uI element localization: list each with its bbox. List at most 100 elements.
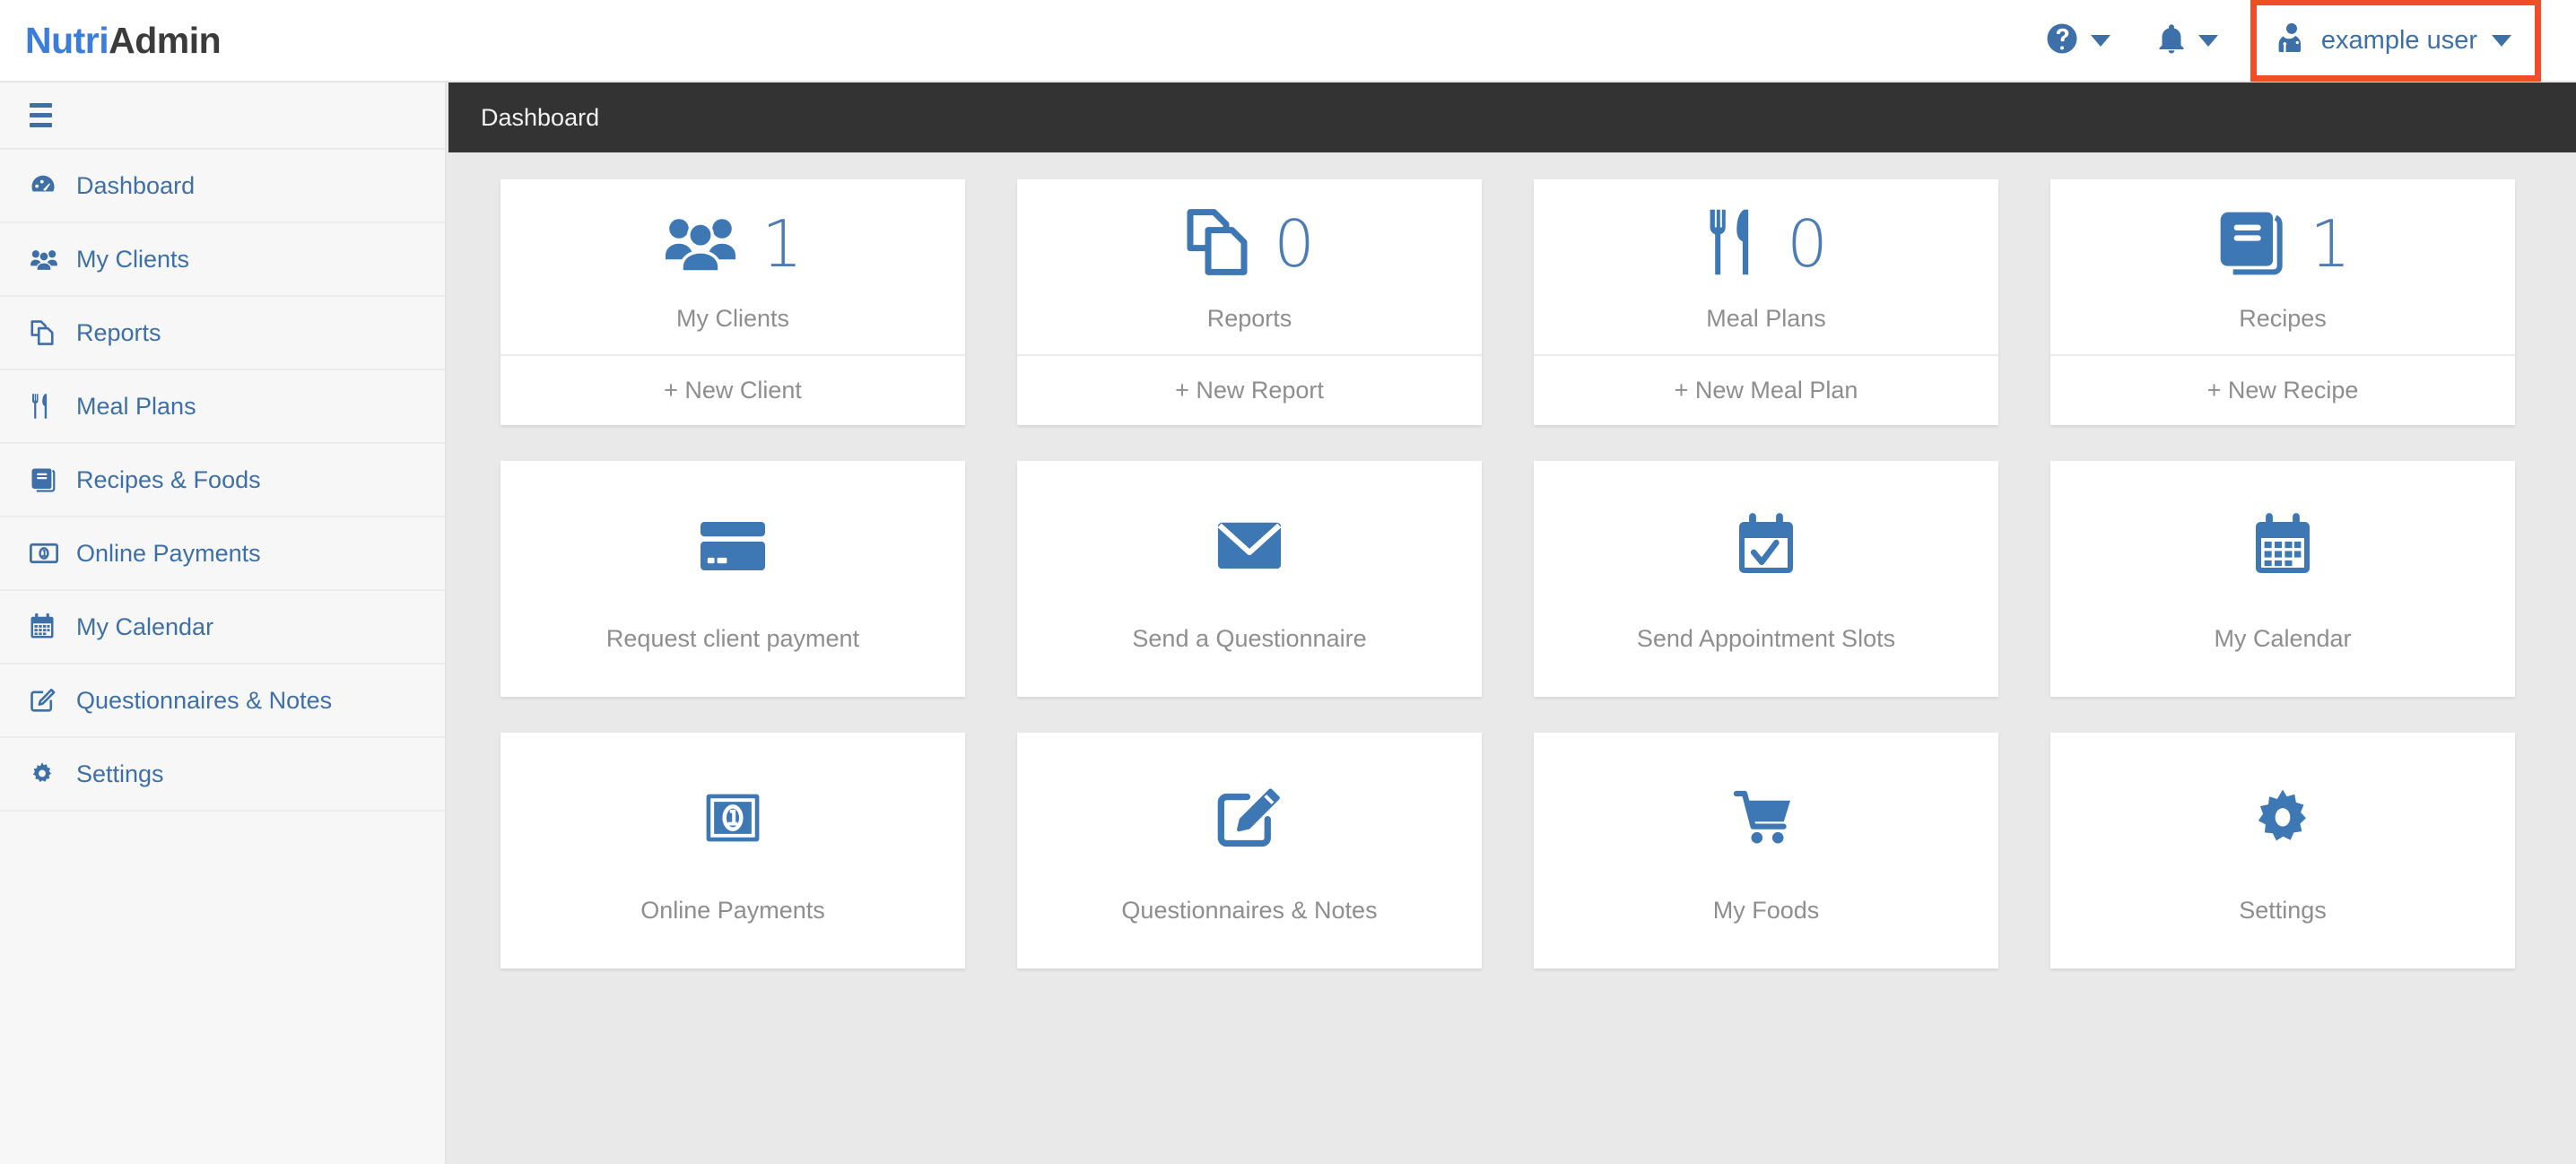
card-icon-row	[698, 505, 768, 591]
card-my-clients[interactable]: 1 My Clients + New Client	[500, 179, 965, 425]
card-label: Settings	[2239, 897, 2327, 924]
sidebar-toggle[interactable]	[0, 83, 445, 150]
sidebar: Dashboard My Clients Reports Meal Plans	[0, 83, 447, 1164]
sidebar-item-label: My Clients	[76, 245, 190, 273]
sidebar-item-recipes-foods[interactable]: Recipes & Foods	[0, 444, 445, 517]
card-count: 0	[1787, 206, 1828, 282]
card-label: Reports	[1206, 305, 1292, 332]
sidebar-item-label: Reports	[76, 318, 161, 346]
sidebar-item-label: Questionnaires & Notes	[76, 686, 333, 714]
card-send-questionnaire[interactable]: Send a Questionnaire	[1017, 461, 1482, 697]
envelope-icon	[1215, 517, 1284, 579]
dashboard-icon	[30, 172, 60, 199]
credit-card-icon	[698, 518, 768, 578]
card-send-appointment-slots[interactable]: Send Appointment Slots	[1534, 461, 1998, 697]
card-row-2: Request client payment Send a Questionna…	[500, 461, 2526, 697]
question-circle-icon	[2046, 22, 2078, 59]
sidebar-item-label: Meal Plans	[76, 392, 196, 420]
calendar-check-icon	[1736, 510, 1796, 586]
card-request-client-payment[interactable]: Request client payment	[500, 461, 965, 697]
card-body: Questionnaires & Notes	[1017, 733, 1482, 969]
sidebar-item-label: Online Payments	[76, 539, 261, 567]
user-account-menu[interactable]: example user	[2250, 0, 2541, 82]
chevron-down-icon	[2197, 34, 2218, 47]
sidebar-item-questionnaires-notes[interactable]: Questionnaires & Notes	[0, 665, 445, 738]
card-icon-row	[1736, 505, 1796, 591]
card-label: Send a Questionnaire	[1132, 625, 1367, 652]
sidebar-item-label: Dashboard	[76, 171, 196, 199]
card-online-payments[interactable]: Online Payments	[500, 733, 965, 969]
copy-files-icon	[30, 319, 60, 346]
copy-files-icon	[1184, 206, 1250, 282]
card-body: 1 My Clients	[500, 179, 965, 354]
dashboard-cards: 1 My Clients + New Client 0 Reports + Ne…	[448, 152, 2576, 969]
sidebar-item-my-clients[interactable]: My Clients	[0, 223, 445, 297]
book-icon	[2215, 209, 2286, 280]
card-label: Online Payments	[640, 897, 825, 924]
card-label: My Clients	[675, 305, 790, 332]
gear-icon	[30, 761, 60, 786]
user-md-icon	[2276, 22, 2307, 59]
sidebar-item-settings[interactable]: Settings	[0, 738, 445, 812]
card-action-new-recipe[interactable]: + New Recipe	[2050, 354, 2515, 425]
card-action-new-meal-plan[interactable]: + New Meal Plan	[1534, 354, 1998, 425]
card-label: Send Appointment Slots	[1636, 625, 1896, 652]
chevron-down-icon	[2492, 34, 2511, 47]
card-icon-row	[2253, 505, 2312, 591]
brand-part-nutri: Nutri	[25, 19, 109, 61]
money-bill-icon	[703, 788, 762, 852]
card-body: Send a Questionnaire	[1017, 461, 1482, 697]
gear-icon	[2252, 787, 2313, 853]
sidebar-item-my-calendar[interactable]: My Calendar	[0, 591, 445, 665]
card-action-new-client[interactable]: + New Client	[500, 354, 965, 425]
card-my-foods[interactable]: My Foods	[1534, 733, 1998, 969]
sidebar-item-dashboard[interactable]: Dashboard	[0, 150, 445, 223]
card-action-new-report[interactable]: + New Report	[1017, 354, 1482, 425]
app-root: NutriAdmin example user Dashboard My Cli…	[0, 0, 2576, 1164]
card-icon-row: 1	[663, 201, 803, 287]
sidebar-item-meal-plans[interactable]: Meal Plans	[0, 370, 445, 444]
brand-logo[interactable]: NutriAdmin	[25, 19, 222, 62]
card-body: Settings	[2050, 733, 2515, 969]
card-body: My Calendar	[2050, 461, 2515, 697]
sidebar-item-label: Recipes & Foods	[76, 465, 261, 493]
card-label: My Foods	[1712, 897, 1820, 924]
card-row-3: Online Payments Questionnaires & Notes M…	[500, 733, 2526, 969]
card-my-calendar[interactable]: My Calendar	[2050, 461, 2515, 697]
bell-icon	[2157, 22, 2186, 59]
card-body: Request client payment	[500, 461, 965, 697]
card-body: 0 Reports	[1017, 179, 1482, 354]
card-label: Meal Plans	[1706, 305, 1826, 332]
users-icon	[30, 248, 60, 271]
card-icon-row	[1215, 505, 1284, 591]
card-body: 0 Meal Plans	[1534, 179, 1998, 354]
card-reports[interactable]: 0 Reports + New Report	[1017, 179, 1482, 425]
card-label: Request client payment	[605, 625, 860, 652]
card-icon-row	[2252, 777, 2313, 863]
cutlery-icon	[30, 393, 60, 420]
card-count: 1	[761, 206, 803, 282]
card-icon-row	[1215, 777, 1284, 863]
main-content: Dashboard 1 My Clients + New Client 0 Re…	[448, 83, 2576, 1164]
card-icon-row	[703, 777, 762, 863]
card-body: My Foods	[1534, 733, 1998, 969]
hamburger-icon	[30, 103, 52, 127]
user-name-label: example user	[2320, 25, 2477, 55]
card-label: My Calendar	[2214, 625, 2352, 652]
money-bill-icon	[30, 543, 60, 564]
calendar-icon	[30, 613, 60, 640]
card-settings[interactable]: Settings	[2050, 733, 2515, 969]
help-menu[interactable]	[2023, 0, 2134, 82]
card-label: Recipes	[2239, 305, 2327, 332]
card-questionnaires-notes[interactable]: Questionnaires & Notes	[1017, 733, 1482, 969]
cutlery-icon	[1704, 206, 1763, 282]
sidebar-item-online-payments[interactable]: Online Payments	[0, 517, 445, 591]
sidebar-item-reports[interactable]: Reports	[0, 297, 445, 370]
calendar-icon	[2253, 510, 2312, 586]
top-navbar: NutriAdmin example user	[0, 0, 2576, 83]
card-recipes[interactable]: 1 Recipes + New Recipe	[2050, 179, 2515, 425]
pencil-square-icon	[1215, 786, 1284, 855]
notifications-menu[interactable]	[2134, 0, 2241, 82]
card-icon-row: 0	[1184, 201, 1315, 287]
card-meal-plans[interactable]: 0 Meal Plans + New Meal Plan	[1534, 179, 1998, 425]
